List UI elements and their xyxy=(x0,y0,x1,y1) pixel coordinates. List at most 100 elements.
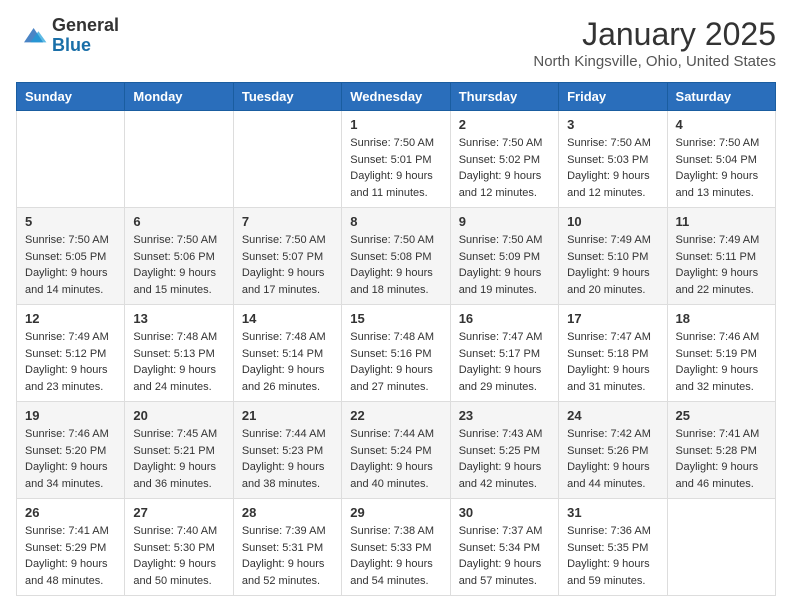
day-number: 11 xyxy=(676,214,767,229)
calendar-week-row: 1Sunrise: 7:50 AMSunset: 5:01 PMDaylight… xyxy=(17,111,776,208)
calendar-cell: 29 Sunrise: 7:38 AMSunset: 5:33 PMDayligh… xyxy=(342,499,450,596)
calendar-cell: 25 Sunrise: 7:41 AMSunset: 5:28 PMDayligh… xyxy=(667,402,775,499)
day-info: Sunrise: 7:50 AMSunset: 5:04 PMDaylight:… xyxy=(676,135,767,201)
day-info: Sunrise: 7:50 AMSunset: 5:09 PMDaylight:… xyxy=(459,232,550,298)
day-info: Sunrise: 7:41 AMSunset: 5:29 PMDaylight:… xyxy=(25,523,116,589)
page-header: General Blue January 2025 North Kingsvil… xyxy=(16,16,776,70)
day-info: Sunrise: 7:48 AMSunset: 5:13 PMDaylight:… xyxy=(133,329,224,395)
day-number: 14 xyxy=(242,311,333,326)
calendar-cell: 27 Sunrise: 7:40 AMSunset: 5:30 PMDayligh… xyxy=(125,499,233,596)
calendar-cell: 9Sunrise: 7:50 AMSunset: 5:09 PMDaylight… xyxy=(450,208,558,305)
month-title: January 2025 xyxy=(533,16,776,53)
day-info: Sunrise: 7:47 AMSunset: 5:18 PMDaylight:… xyxy=(567,329,658,395)
day-info: Sunrise: 7:50 AMSunset: 5:06 PMDaylight:… xyxy=(133,232,224,298)
calendar-cell: 23 Sunrise: 7:43 AMSunset: 5:25 PMDayligh… xyxy=(450,402,558,499)
calendar-cell: 10 Sunrise: 7:49 AMSunset: 5:10 PMDayligh… xyxy=(559,208,667,305)
day-info: Sunrise: 7:50 AMSunset: 5:07 PMDaylight:… xyxy=(242,232,333,298)
weekday-header-sunday: Sunday xyxy=(17,83,125,111)
title-block: January 2025 North Kingsville, Ohio, Uni… xyxy=(533,16,776,70)
day-info: Sunrise: 7:48 AMSunset: 5:16 PMDaylight:… xyxy=(350,329,441,395)
day-number: 25 xyxy=(676,408,767,423)
logo-general: General xyxy=(52,16,119,36)
calendar-cell: 11 Sunrise: 7:49 AMSunset: 5:11 PMDayligh… xyxy=(667,208,775,305)
day-number: 20 xyxy=(133,408,224,423)
day-number: 27 xyxy=(133,505,224,520)
day-number: 21 xyxy=(242,408,333,423)
calendar-cell xyxy=(233,111,341,208)
day-number: 30 xyxy=(459,505,550,520)
calendar-cell: 26 Sunrise: 7:41 AMSunset: 5:29 PMDayligh… xyxy=(17,499,125,596)
day-info: Sunrise: 7:50 AMSunset: 5:05 PMDaylight:… xyxy=(25,232,116,298)
calendar-cell: 22Sunrise: 7:44 AMSunset: 5:24 PMDayligh… xyxy=(342,402,450,499)
day-number: 22 xyxy=(350,408,441,423)
day-info: Sunrise: 7:39 AMSunset: 5:31 PMDaylight:… xyxy=(242,523,333,589)
day-number: 18 xyxy=(676,311,767,326)
day-number: 1 xyxy=(350,117,441,132)
day-number: 31 xyxy=(567,505,658,520)
day-info: Sunrise: 7:50 AMSunset: 5:02 PMDaylight:… xyxy=(459,135,550,201)
day-info: Sunrise: 7:43 AMSunset: 5:25 PMDaylight:… xyxy=(459,426,550,492)
weekday-header-monday: Monday xyxy=(125,83,233,111)
day-info: Sunrise: 7:50 AMSunset: 5:08 PMDaylight:… xyxy=(350,232,441,298)
calendar-cell xyxy=(125,111,233,208)
calendar-cell: 24 Sunrise: 7:42 AMSunset: 5:26 PMDayligh… xyxy=(559,402,667,499)
day-number: 26 xyxy=(25,505,116,520)
calendar-cell: 18 Sunrise: 7:46 AMSunset: 5:19 PMDayligh… xyxy=(667,305,775,402)
calendar-cell xyxy=(667,499,775,596)
calendar-week-row: 12Sunrise: 7:49 AMSunset: 5:12 PMDayligh… xyxy=(17,305,776,402)
calendar-week-row: 26 Sunrise: 7:41 AMSunset: 5:29 PMDayligh… xyxy=(17,499,776,596)
day-number: 6 xyxy=(133,214,224,229)
location-subtitle: North Kingsville, Ohio, United States xyxy=(533,53,776,70)
calendar-cell: 6 Sunrise: 7:50 AMSunset: 5:06 PMDaylight… xyxy=(125,208,233,305)
day-info: Sunrise: 7:46 AMSunset: 5:20 PMDaylight:… xyxy=(25,426,116,492)
calendar-cell: 19Sunrise: 7:46 AMSunset: 5:20 PMDayligh… xyxy=(17,402,125,499)
calendar-cell: 1Sunrise: 7:50 AMSunset: 5:01 PMDaylight… xyxy=(342,111,450,208)
day-info: Sunrise: 7:49 AMSunset: 5:11 PMDaylight:… xyxy=(676,232,767,298)
calendar-cell: 14 Sunrise: 7:48 AMSunset: 5:14 PMDayligh… xyxy=(233,305,341,402)
calendar-cell xyxy=(17,111,125,208)
day-info: Sunrise: 7:42 AMSunset: 5:26 PMDaylight:… xyxy=(567,426,658,492)
calendar-cell: 13 Sunrise: 7:48 AMSunset: 5:13 PMDayligh… xyxy=(125,305,233,402)
day-info: Sunrise: 7:46 AMSunset: 5:19 PMDaylight:… xyxy=(676,329,767,395)
day-info: Sunrise: 7:47 AMSunset: 5:17 PMDaylight:… xyxy=(459,329,550,395)
day-info: Sunrise: 7:37 AMSunset: 5:34 PMDaylight:… xyxy=(459,523,550,589)
day-number: 13 xyxy=(133,311,224,326)
logo-blue: Blue xyxy=(52,36,119,56)
day-info: Sunrise: 7:49 AMSunset: 5:10 PMDaylight:… xyxy=(567,232,658,298)
weekday-header-tuesday: Tuesday xyxy=(233,83,341,111)
day-number: 17 xyxy=(567,311,658,326)
day-info: Sunrise: 7:50 AMSunset: 5:03 PMDaylight:… xyxy=(567,135,658,201)
day-info: Sunrise: 7:48 AMSunset: 5:14 PMDaylight:… xyxy=(242,329,333,395)
calendar-cell: 17 Sunrise: 7:47 AMSunset: 5:18 PMDayligh… xyxy=(559,305,667,402)
day-number: 8 xyxy=(350,214,441,229)
day-number: 3 xyxy=(567,117,658,132)
day-number: 29 xyxy=(350,505,441,520)
day-number: 24 xyxy=(567,408,658,423)
weekday-header-friday: Friday xyxy=(559,83,667,111)
calendar-cell: 4 Sunrise: 7:50 AMSunset: 5:04 PMDaylight… xyxy=(667,111,775,208)
day-number: 16 xyxy=(459,311,550,326)
calendar-cell: 7 Sunrise: 7:50 AMSunset: 5:07 PMDaylight… xyxy=(233,208,341,305)
calendar-cell: 3 Sunrise: 7:50 AMSunset: 5:03 PMDaylight… xyxy=(559,111,667,208)
calendar-cell: 21Sunrise: 7:44 AMSunset: 5:23 PMDayligh… xyxy=(233,402,341,499)
day-info: Sunrise: 7:40 AMSunset: 5:30 PMDaylight:… xyxy=(133,523,224,589)
day-number: 23 xyxy=(459,408,550,423)
calendar-table: SundayMondayTuesdayWednesdayThursdayFrid… xyxy=(16,82,776,596)
day-number: 10 xyxy=(567,214,658,229)
calendar-cell: 28Sunrise: 7:39 AMSunset: 5:31 PMDayligh… xyxy=(233,499,341,596)
weekday-header-thursday: Thursday xyxy=(450,83,558,111)
day-info: Sunrise: 7:38 AMSunset: 5:33 PMDaylight:… xyxy=(350,523,441,589)
weekday-header-row: SundayMondayTuesdayWednesdayThursdayFrid… xyxy=(17,83,776,111)
day-info: Sunrise: 7:36 AMSunset: 5:35 PMDaylight:… xyxy=(567,523,658,589)
calendar-cell: 20 Sunrise: 7:45 AMSunset: 5:21 PMDayligh… xyxy=(125,402,233,499)
day-number: 2 xyxy=(459,117,550,132)
day-info: Sunrise: 7:41 AMSunset: 5:28 PMDaylight:… xyxy=(676,426,767,492)
day-number: 15 xyxy=(350,311,441,326)
day-info: Sunrise: 7:45 AMSunset: 5:21 PMDaylight:… xyxy=(133,426,224,492)
day-number: 7 xyxy=(242,214,333,229)
weekday-header-saturday: Saturday xyxy=(667,83,775,111)
day-number: 4 xyxy=(676,117,767,132)
weekday-header-wednesday: Wednesday xyxy=(342,83,450,111)
day-number: 12 xyxy=(25,311,116,326)
calendar-week-row: 19Sunrise: 7:46 AMSunset: 5:20 PMDayligh… xyxy=(17,402,776,499)
